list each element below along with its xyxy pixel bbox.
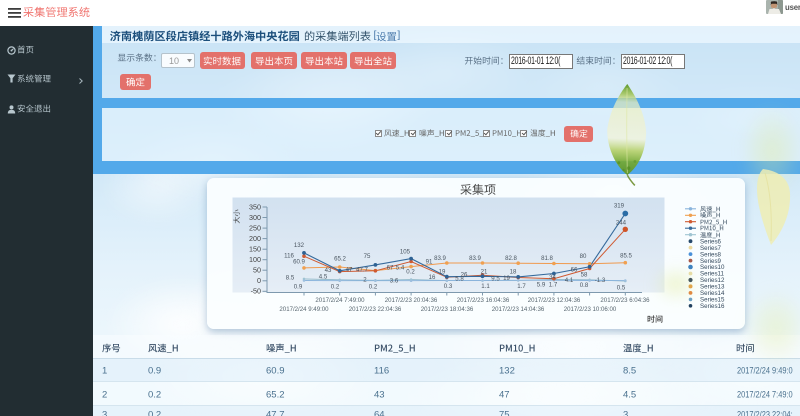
svg-text:5.4: 5.4 [396, 265, 405, 272]
svg-text:91: 91 [426, 259, 433, 266]
svg-text:1.7: 1.7 [549, 282, 558, 289]
svg-text:5.9: 5.9 [537, 282, 546, 289]
svg-text:4.5: 4.5 [319, 274, 328, 281]
svg-text:0: 0 [257, 276, 261, 285]
svg-text:350: 350 [249, 202, 261, 211]
svg-text:75: 75 [364, 253, 371, 260]
svg-text:2017/2/23 16:04:36: 2017/2/23 16:04:36 [457, 297, 510, 304]
svg-text:100: 100 [249, 255, 261, 264]
svg-text:-1.3: -1.3 [595, 277, 606, 284]
svg-text:47: 47 [346, 267, 353, 274]
svg-text:150: 150 [249, 245, 261, 254]
svg-text:0.2: 0.2 [331, 284, 340, 291]
svg-text:0.9: 0.9 [294, 284, 303, 291]
svg-text:80: 80 [580, 253, 587, 260]
svg-text:2017/2/23 12:04:36: 2017/2/23 12:04:36 [528, 297, 581, 304]
svg-text:-50: -50 [251, 287, 261, 296]
svg-text:2017/2/23 6:04:36: 2017/2/23 6:04:36 [600, 297, 650, 304]
svg-text:65.2: 65.2 [334, 256, 346, 263]
svg-text:2017/2/24 7:49:00: 2017/2/24 7:49:00 [315, 297, 365, 304]
svg-text:34: 34 [549, 274, 556, 281]
svg-text:0.8: 0.8 [580, 282, 589, 289]
svg-text:19: 19 [503, 275, 510, 282]
svg-text:0.2: 0.2 [406, 269, 415, 276]
svg-text:21: 21 [481, 269, 488, 276]
svg-text:2017/2/24 9:49:00: 2017/2/24 9:49:00 [279, 306, 329, 313]
svg-text:300: 300 [249, 213, 261, 222]
svg-text:200: 200 [249, 234, 261, 243]
svg-text:0.3: 0.3 [444, 283, 453, 290]
svg-text:16: 16 [429, 274, 436, 281]
svg-text:4.1: 4.1 [565, 277, 574, 284]
svg-text:Series16: Series16 [700, 303, 725, 310]
svg-text:50: 50 [253, 266, 261, 275]
svg-text:18: 18 [510, 269, 517, 276]
svg-text:47.7: 47.7 [356, 267, 368, 274]
svg-text:2017/2/23 22:04:36: 2017/2/23 22:04:36 [349, 306, 402, 313]
svg-text:9.5: 9.5 [491, 276, 500, 283]
svg-text:26: 26 [461, 272, 468, 279]
svg-text:250: 250 [249, 224, 261, 233]
svg-text:1.7: 1.7 [517, 283, 526, 290]
svg-text:0.2: 0.2 [369, 284, 378, 291]
svg-text:67: 67 [387, 265, 394, 272]
svg-text:8.5: 8.5 [286, 275, 295, 282]
svg-text:2017/2/23 20:04:36: 2017/2/23 20:04:36 [385, 297, 438, 304]
svg-text:1.1: 1.1 [481, 283, 490, 290]
svg-text:83.9: 83.9 [469, 255, 481, 262]
svg-text:0.5: 0.5 [617, 285, 626, 292]
svg-text:60.9: 60.9 [293, 259, 305, 266]
svg-text:132: 132 [294, 242, 305, 249]
svg-text:244: 244 [616, 220, 627, 227]
svg-text:3.6: 3.6 [390, 278, 399, 285]
svg-text:105: 105 [400, 249, 411, 256]
svg-text:19: 19 [439, 269, 446, 276]
svg-text:82.8: 82.8 [505, 255, 517, 262]
svg-text:58: 58 [581, 272, 588, 279]
svg-text:85.5: 85.5 [620, 253, 632, 260]
svg-text:319: 319 [614, 203, 625, 210]
svg-text:66: 66 [571, 267, 578, 274]
svg-text:2017/2/23 10:06:00: 2017/2/23 10:06:00 [564, 306, 617, 313]
svg-text:83.9: 83.9 [434, 255, 446, 262]
svg-text:81.8: 81.8 [541, 255, 553, 262]
svg-text:2017/2/23 14:04:36: 2017/2/23 14:04:36 [492, 306, 545, 313]
svg-text:2017/2/23 18:04:36: 2017/2/23 18:04:36 [421, 306, 474, 313]
